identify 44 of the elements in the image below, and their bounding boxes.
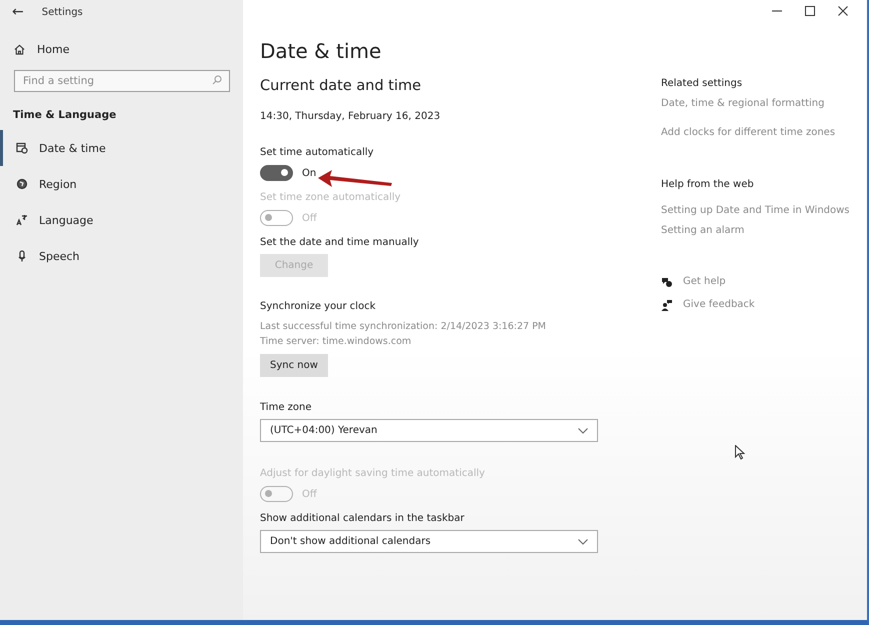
setting-label: Set time automatically [260,146,375,160]
help-link[interactable]: Setting an alarm [661,223,850,239]
section-heading: Time & Language [12,108,118,121]
page-title: Date & time [260,39,382,65]
help-heading: Help from the web [661,178,755,192]
nav-item[interactable]: Region [0,166,243,202]
toggle-state: On [302,168,316,178]
toggle-state: Off [302,488,317,500]
current-date-time: 14:30, Thursday, February 16, 2023 [260,111,442,124]
microphone-icon [16,250,28,262]
maximize-icon [804,6,814,16]
search-field[interactable]: Find a setting [14,70,230,92]
chat-help-icon [661,276,673,288]
toggle-state: Off [302,212,317,224]
setting-label: Synchronize your clock [260,300,376,314]
calendar-icon [16,142,28,154]
sync-info: Time server: time.windows.com [260,335,412,349]
nav-item[interactable]: Language [0,202,243,238]
chevron-down-icon [578,428,588,434]
home-link[interactable]: Home [0,24,243,56]
chevron-down-icon [578,538,588,544]
toggle-switch[interactable] [260,165,293,181]
section-title: Current date and time [260,78,422,96]
setting-label: Show additional calendars in the taskbar [260,512,466,526]
minimize-icon [772,10,782,12]
dropdown[interactable]: Don't show additional calendars [260,530,598,553]
sync-info: Last successful time synchronization: 2/14/2023 3:16:27 PM [260,320,548,334]
cursor-icon [735,445,745,460]
search-icon [212,75,222,85]
setting-label: Set the date and time manually [260,236,420,250]
nav-item[interactable]: Speech [0,238,243,274]
home-icon [14,44,25,55]
setting-label: Time zone [260,401,313,415]
close-icon [838,6,848,16]
feedback-icon [661,299,673,311]
action-button[interactable]: Sync now [260,354,328,377]
window-title: Settings [42,6,83,18]
related-heading: Related settings [661,77,744,91]
back-button[interactable]: ← [12,4,24,20]
setting-label: Adjust for daylight saving time automatically [260,467,486,481]
dropdown[interactable]: (UTC+04:00) Yerevan [260,419,598,442]
language-icon [16,214,28,226]
setting-label: Set time zone automatically [260,191,402,205]
globe-icon [16,178,28,190]
